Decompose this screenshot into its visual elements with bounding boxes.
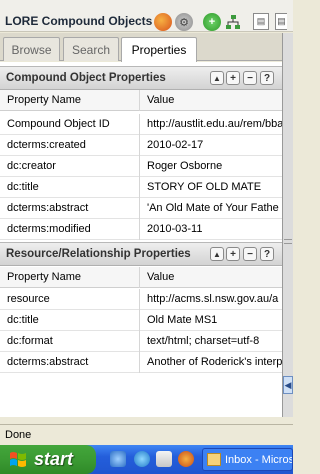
table-row[interactable]: Compound Object ID http://austlit.edu.au…	[0, 114, 282, 135]
column-header-value[interactable]: Value	[140, 90, 282, 111]
copy-icon[interactable]: ▤	[275, 13, 287, 30]
property-value[interactable]: http://austlit.edu.au/rem/bba	[140, 114, 282, 135]
property-name: dcterms:abstract	[0, 198, 140, 219]
property-name: dcterms:modified	[0, 219, 140, 240]
property-name: dc:creator	[0, 156, 140, 177]
tree-icon[interactable]	[224, 13, 242, 31]
table-header: Property Name Value	[0, 90, 282, 111]
windows-flag-icon	[10, 452, 26, 467]
property-name: dcterms:abstract	[0, 352, 140, 373]
taskbar: start Inbox - Micros	[0, 445, 293, 474]
collapse-up-icon[interactable]: ▲	[210, 247, 224, 261]
remove-property-button[interactable]: −	[243, 71, 257, 85]
table-row[interactable]: resource http://acms.sl.nsw.gov.au/a	[0, 289, 282, 310]
compound-panel-header: Compound Object Properties ▲ + − ?	[0, 66, 282, 90]
app-title: LORE Compound Objects	[5, 14, 153, 28]
property-name: dc:title	[0, 177, 140, 198]
add-property-button[interactable]: +	[226, 71, 240, 85]
property-value[interactable]: 2010-02-17	[140, 135, 282, 156]
new-doc-icon[interactable]: ▤	[253, 13, 269, 30]
property-name: resource	[0, 289, 140, 310]
firefox-icon[interactable]	[154, 13, 172, 31]
add-icon[interactable]: +	[203, 13, 221, 31]
start-label: start	[34, 449, 74, 469]
property-value[interactable]: Another of Roderick's interp	[140, 352, 282, 373]
table-row[interactable]: dc:format text/html; charset=utf-8	[0, 331, 282, 352]
table-row[interactable]: dc:title Old Mate MS1	[0, 310, 282, 331]
property-value[interactable]: 2010-03-11	[140, 219, 282, 240]
side-scroll-strip[interactable]	[282, 33, 293, 417]
property-value[interactable]: STORY OF OLD MATE	[140, 177, 282, 198]
property-value[interactable]: http://acms.sl.nsw.gov.au/a	[140, 289, 282, 310]
table-row[interactable]: dcterms:created 2010-02-17	[0, 135, 282, 156]
resource-panel-header: Resource/Relationship Properties ▲ + − ?	[0, 242, 282, 266]
start-button[interactable]: start	[0, 445, 96, 474]
tab-properties[interactable]: Properties	[121, 37, 197, 62]
table-header: Property Name Value	[0, 267, 282, 288]
property-name: dc:title	[0, 310, 140, 331]
collapse-arrow-icon[interactable]: ◀	[283, 376, 293, 394]
firefox-icon[interactable]	[178, 451, 194, 467]
ie-icon[interactable]	[134, 451, 150, 467]
compound-panel-title: Compound Object Properties	[6, 72, 166, 84]
tab-search[interactable]: Search	[63, 37, 119, 61]
table-row[interactable]: dc:creator Roger Osborne	[0, 156, 282, 177]
outlook-icon[interactable]	[156, 451, 172, 467]
network-icon[interactable]	[110, 451, 126, 467]
column-header-name[interactable]: Property Name	[0, 90, 140, 111]
property-value[interactable]: text/html; charset=utf-8	[140, 331, 282, 352]
remove-property-button[interactable]: −	[243, 247, 257, 261]
property-value[interactable]: 'An Old Mate of Your Fathe	[140, 198, 282, 219]
table-row[interactable]: dcterms:abstract 'An Old Mate of Your Fa…	[0, 198, 282, 219]
taskbar-item-label: Inbox - Micros	[225, 453, 293, 466]
properties-content: Compound Object Properties ▲ + − ? Prope…	[0, 62, 282, 417]
collapse-up-icon[interactable]: ▲	[210, 71, 224, 85]
taskbar-item-inbox[interactable]: Inbox - Micros	[202, 448, 293, 471]
tab-browse[interactable]: Browse	[3, 37, 60, 61]
property-name: Compound Object ID	[0, 114, 140, 135]
column-header-value[interactable]: Value	[140, 267, 282, 288]
property-value[interactable]: Old Mate MS1	[140, 310, 282, 331]
property-value[interactable]: Roger Osborne	[140, 156, 282, 177]
table-row[interactable]: dc:title STORY OF OLD MATE	[0, 177, 282, 198]
property-name: dc:format	[0, 331, 140, 352]
table-row[interactable]: dcterms:modified 2010-03-11	[0, 219, 282, 240]
gear-icon[interactable]: ⚙	[175, 13, 193, 31]
resource-panel-title: Resource/Relationship Properties	[6, 248, 191, 260]
column-header-name[interactable]: Property Name	[0, 267, 140, 288]
panel-titlebar: LORE Compound Objects ⚙ + ▤ ▤	[0, 0, 293, 32]
property-name: dcterms:created	[0, 135, 140, 156]
status-bar: Done	[0, 424, 293, 444]
add-property-button[interactable]: +	[226, 247, 240, 261]
status-text: Done	[5, 429, 32, 441]
help-icon[interactable]: ?	[260, 247, 274, 261]
help-icon[interactable]: ?	[260, 71, 274, 85]
envelope-icon	[207, 453, 221, 466]
tab-strip: Browse Search Properties	[0, 33, 282, 62]
table-row[interactable]: dcterms:abstract Another of Roderick's i…	[0, 352, 282, 373]
